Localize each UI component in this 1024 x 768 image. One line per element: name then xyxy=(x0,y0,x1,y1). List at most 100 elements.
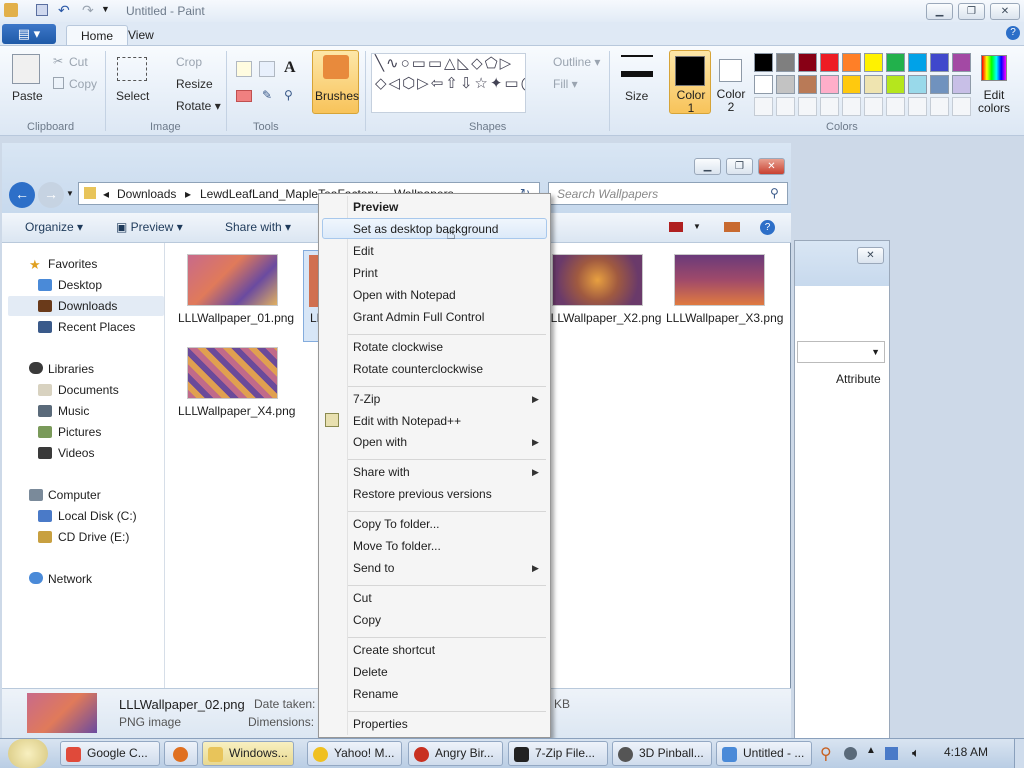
menu-item-print[interactable]: Print xyxy=(353,266,378,280)
edit-colors-button[interactable]: Edit colors xyxy=(976,52,1012,116)
menu-item-move-to-folder[interactable]: Move To folder... xyxy=(353,539,441,553)
palette-row1-swatch[interactable] xyxy=(864,53,883,72)
file-thumbnail[interactable] xyxy=(187,254,278,306)
nav-network[interactable]: Network xyxy=(48,572,92,586)
taskbar-item-chrome[interactable]: Google C... xyxy=(60,741,160,766)
resize-button[interactable]: Resize xyxy=(176,77,213,91)
tray-expand-icon[interactable]: ▲ xyxy=(866,745,876,756)
palette-row2-swatch[interactable] xyxy=(754,75,773,94)
taskbar-item-pinball[interactable]: 3D Pinball... xyxy=(612,741,712,766)
quick-access-dropdown-icon[interactable]: ▼ xyxy=(101,4,110,14)
save-icon[interactable] xyxy=(36,4,48,16)
start-button[interactable] xyxy=(8,739,48,768)
organize-button[interactable]: Organize ▾ xyxy=(25,220,83,234)
menu-item-grant-admin[interactable]: Grant Admin Full Control xyxy=(353,310,484,324)
palette-row2-swatch[interactable] xyxy=(798,75,817,94)
palette-custom-swatch[interactable] xyxy=(798,97,817,116)
palette-row1-swatch[interactable] xyxy=(908,53,927,72)
minimize-button[interactable]: ▁ xyxy=(926,3,953,20)
menu-item-properties[interactable]: Properties xyxy=(353,717,408,731)
file-name[interactable]: LLLWallpaper_X2.png xyxy=(544,311,661,326)
palette-row1-swatch[interactable] xyxy=(842,53,861,72)
help-circle-icon[interactable]: ? xyxy=(760,220,775,235)
menu-item-edit[interactable]: Edit xyxy=(353,244,374,258)
rotate-button[interactable]: Rotate ▾ xyxy=(176,99,221,113)
taskbar-item-yahoo[interactable]: Yahoo! M... xyxy=(307,741,402,766)
text-tool-icon[interactable]: A xyxy=(284,59,296,77)
background-window-close-button[interactable]: ✕ xyxy=(857,247,884,264)
file-name[interactable]: LLLWallpaper_X4.png xyxy=(178,404,295,419)
share-with-button[interactable]: Share with ▾ xyxy=(225,220,291,234)
show-desktop-button[interactable] xyxy=(1014,739,1024,768)
palette-custom-swatch[interactable] xyxy=(820,97,839,116)
menu-item-edit-notepadpp[interactable]: Edit with Notepad++ xyxy=(353,414,461,428)
help-icon[interactable]: ? xyxy=(1006,26,1020,40)
color-picker-icon[interactable]: ✎ xyxy=(262,88,272,102)
explorer-minimize-button[interactable]: ▁ xyxy=(694,158,721,175)
brushes-button[interactable]: Brushes xyxy=(312,50,359,114)
nav-recent-places[interactable]: Recent Places xyxy=(58,320,135,334)
search-input[interactable]: Search Wallpapers xyxy=(548,182,788,205)
palette-row2-swatch[interactable] xyxy=(842,75,861,94)
menu-item-share-with[interactable]: Share with xyxy=(353,465,410,479)
search-icon[interactable]: ⚲ xyxy=(770,186,779,200)
preview-button[interactable]: ▣ Preview ▾ xyxy=(116,220,183,234)
fill-button[interactable]: Fill ▾ xyxy=(553,77,578,91)
nav-pictures[interactable]: Pictures xyxy=(58,425,101,439)
palette-row2-swatch[interactable] xyxy=(930,75,949,94)
taskbar-item-firefox[interactable] xyxy=(164,741,198,766)
tray-icon[interactable] xyxy=(844,747,857,760)
history-dropdown-icon[interactable]: ▼ xyxy=(66,189,74,198)
nav-desktop[interactable]: Desktop xyxy=(58,278,102,292)
palette-custom-swatch[interactable] xyxy=(952,97,971,116)
tab-view[interactable]: View xyxy=(114,25,168,46)
palette-row2-swatch[interactable] xyxy=(864,75,883,94)
eraser-icon[interactable] xyxy=(236,90,252,102)
palette-row1-swatch[interactable] xyxy=(820,53,839,72)
nav-music[interactable]: Music xyxy=(58,404,89,418)
nav-downloads[interactable]: Downloads xyxy=(58,299,117,313)
clock[interactable]: 4:18 AM xyxy=(944,745,988,759)
outline-button[interactable]: Outline ▾ xyxy=(553,55,600,69)
menu-item-open-with[interactable]: Open with xyxy=(353,435,407,449)
taskbar-item-7zip[interactable]: 7-Zip File... xyxy=(508,741,608,766)
back-arrow-icon[interactable]: ← xyxy=(9,182,35,208)
palette-row2-swatch[interactable] xyxy=(952,75,971,94)
menu-item-delete[interactable]: Delete xyxy=(353,665,388,679)
palette-row1-swatch[interactable] xyxy=(952,53,971,72)
palette-custom-swatch[interactable] xyxy=(842,97,861,116)
volume-icon[interactable]: 🔈︎ xyxy=(912,745,920,761)
background-window-dropdown[interactable]: ▼ xyxy=(797,341,885,363)
palette-row2-swatch[interactable] xyxy=(776,75,795,94)
size-button[interactable]: Size xyxy=(625,89,648,103)
file-thumbnail[interactable] xyxy=(674,254,765,306)
cut-button[interactable]: Cut xyxy=(69,55,88,69)
menu-item-send-to[interactable]: Send to xyxy=(353,561,394,575)
nav-libraries[interactable]: Libraries xyxy=(48,362,94,376)
search-tray-icon[interactable]: ⚲ xyxy=(820,744,832,764)
close-button[interactable]: ✕ xyxy=(990,3,1020,20)
paste-button[interactable]: Paste xyxy=(12,89,43,103)
nav-documents[interactable]: Documents xyxy=(58,383,119,397)
menu-item-restore-previous[interactable]: Restore previous versions xyxy=(353,487,492,501)
menu-item-copy-to-folder[interactable]: Copy To folder... xyxy=(353,517,440,531)
palette-custom-swatch[interactable] xyxy=(908,97,927,116)
color1-button[interactable]: Color 1 xyxy=(669,50,711,115)
change-view-icon[interactable] xyxy=(669,222,683,232)
menu-item-rotate-clockwise[interactable]: Rotate clockwise xyxy=(353,340,443,354)
nav-favorites[interactable]: Favorites xyxy=(48,257,97,271)
file-name[interactable]: LLLWallpaper_X3.png xyxy=(666,311,783,326)
palette-row1-swatch[interactable] xyxy=(930,53,949,72)
explorer-maximize-button[interactable]: ❐ xyxy=(726,158,753,175)
palette-custom-swatch[interactable] xyxy=(886,97,905,116)
palette-row1-swatch[interactable] xyxy=(886,53,905,72)
menu-item-preview[interactable]: Preview xyxy=(353,200,398,214)
magnifier-icon[interactable]: ⚲ xyxy=(284,88,293,102)
palette-custom-swatch[interactable] xyxy=(776,97,795,116)
taskbar-item-paint[interactable]: Untitled - ... xyxy=(716,741,812,766)
copy-button[interactable]: Copy xyxy=(69,77,97,91)
menu-item-set-desktop-background[interactable]: Set as desktop background xyxy=(353,222,498,236)
palette-row1-swatch[interactable] xyxy=(798,53,817,72)
network-tray-icon[interactable] xyxy=(885,747,898,760)
file-thumbnail[interactable] xyxy=(187,347,278,399)
